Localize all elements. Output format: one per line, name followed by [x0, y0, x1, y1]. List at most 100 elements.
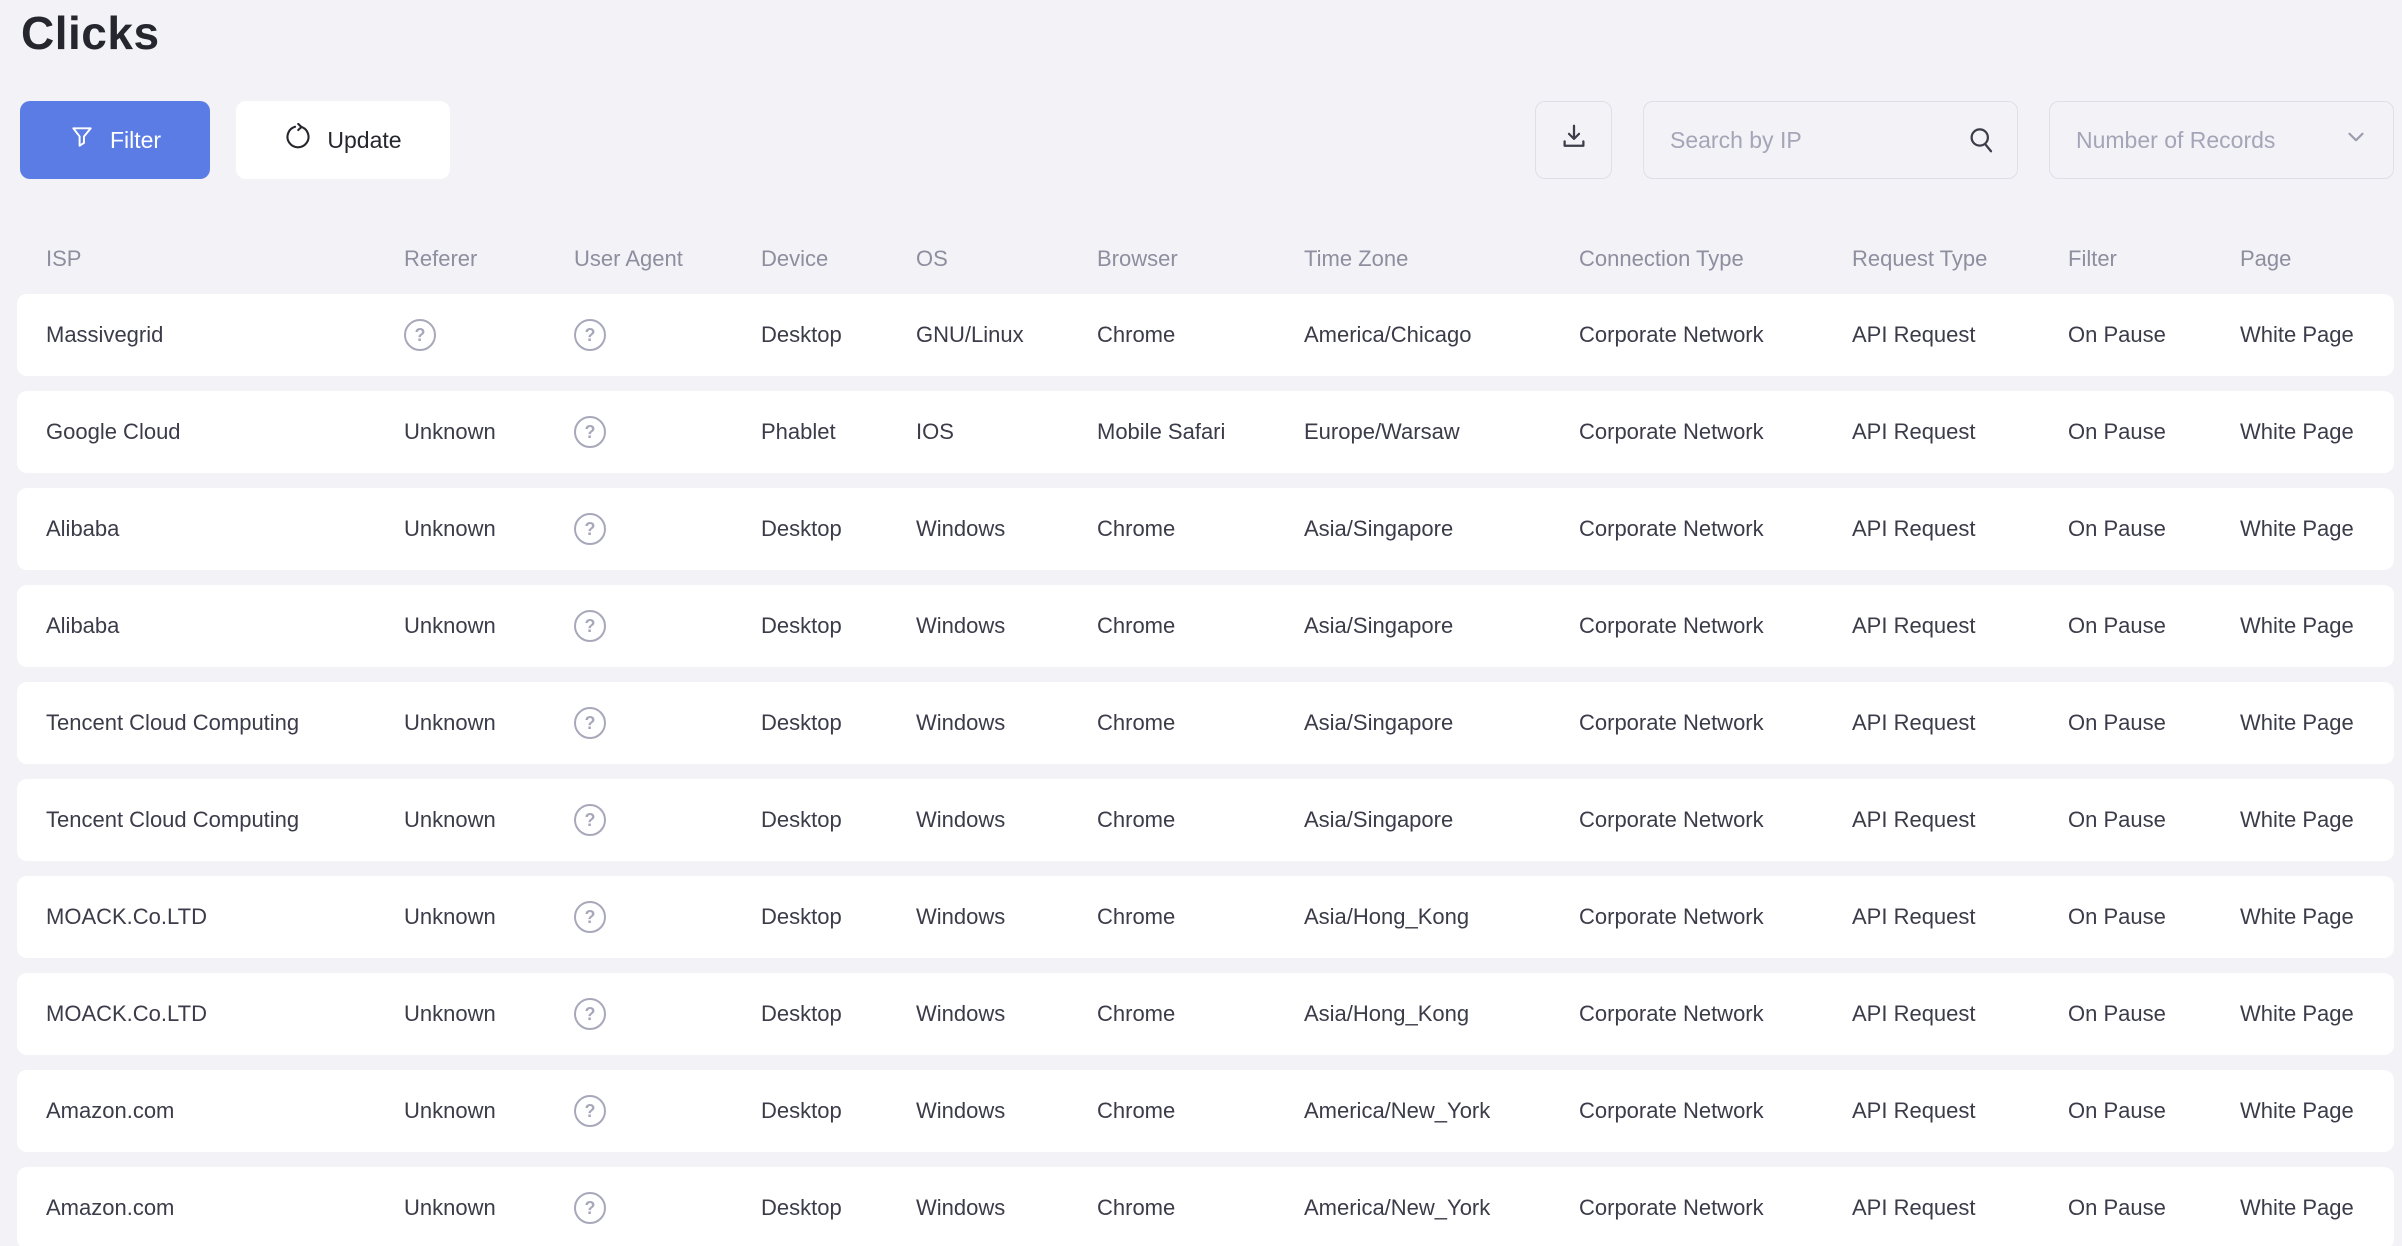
records-dropdown[interactable]: Number of Records: [2049, 101, 2394, 179]
table-row: MOACK.Co.LTDUnknown?DesktopWindowsChrome…: [17, 973, 2394, 1055]
cell-page: White Page: [2240, 1001, 2394, 1027]
cell-request-type: API Request: [1852, 322, 2068, 348]
cell-isp: Tencent Cloud Computing: [46, 807, 404, 833]
cell-device: Desktop: [761, 807, 916, 833]
cell-referer: Unknown: [404, 904, 574, 930]
cell-browser: Chrome: [1097, 322, 1304, 348]
cell-referer: Unknown: [404, 807, 574, 833]
column-header-referer: Referer: [404, 246, 574, 272]
cell-time-zone: Asia/Singapore: [1304, 613, 1579, 639]
cell-isp: Amazon.com: [46, 1098, 404, 1124]
column-header-isp: ISP: [46, 246, 404, 272]
cell-os: Windows: [916, 516, 1097, 542]
cell-request-type: API Request: [1852, 1098, 2068, 1124]
cell-device: Phablet: [761, 419, 916, 445]
download-icon: [1559, 122, 1589, 158]
cell-request-type: API Request: [1852, 419, 2068, 445]
cell-filter: On Pause: [2068, 419, 2240, 445]
question-circle-icon[interactable]: ?: [574, 1192, 606, 1224]
question-circle-icon[interactable]: ?: [404, 319, 436, 351]
cell-referer: Unknown: [404, 613, 574, 639]
refresh-icon: [284, 123, 312, 157]
clicks-page: Clicks Filter Update: [0, 0, 2402, 1246]
cell-browser: Chrome: [1097, 807, 1304, 833]
cell-time-zone: America/New_York: [1304, 1098, 1579, 1124]
chevron-down-icon: [2343, 124, 2369, 156]
cell-user-agent: ?: [574, 1192, 761, 1224]
cell-page: White Page: [2240, 516, 2394, 542]
cell-referer: Unknown: [404, 710, 574, 736]
cell-os: Windows: [916, 613, 1097, 639]
cell-os: Windows: [916, 1098, 1097, 1124]
cell-user-agent: ?: [574, 319, 761, 351]
column-header-os: OS: [916, 246, 1097, 272]
cell-time-zone: Asia/Hong_Kong: [1304, 904, 1579, 930]
cell-browser: Chrome: [1097, 516, 1304, 542]
cell-referer: Unknown: [404, 419, 574, 445]
cell-os: GNU/Linux: [916, 322, 1097, 348]
cell-page: White Page: [2240, 807, 2394, 833]
question-circle-icon[interactable]: ?: [574, 998, 606, 1030]
cell-device: Desktop: [761, 1098, 916, 1124]
cell-time-zone: America/New_York: [1304, 1195, 1579, 1221]
column-header-connection-type: Connection Type: [1579, 246, 1852, 272]
table-row: Massivegrid??DesktopGNU/LinuxChromeAmeri…: [17, 294, 2394, 376]
cell-os: Windows: [916, 807, 1097, 833]
cell-page: White Page: [2240, 1195, 2394, 1221]
question-circle-icon[interactable]: ?: [574, 610, 606, 642]
search-input[interactable]: [1643, 101, 2018, 179]
cell-isp: Alibaba: [46, 516, 404, 542]
question-circle-icon[interactable]: ?: [574, 513, 606, 545]
question-circle-icon[interactable]: ?: [574, 319, 606, 351]
table-row: AlibabaUnknown?DesktopWindowsChromeAsia/…: [17, 585, 2394, 667]
cell-filter: On Pause: [2068, 1098, 2240, 1124]
update-button-label: Update: [327, 127, 401, 154]
cell-os: Windows: [916, 1195, 1097, 1221]
question-circle-icon[interactable]: ?: [574, 707, 606, 739]
cell-request-type: API Request: [1852, 516, 2068, 542]
cell-user-agent: ?: [574, 804, 761, 836]
cell-filter: On Pause: [2068, 1195, 2240, 1221]
cell-time-zone: America/Chicago: [1304, 322, 1579, 348]
page-title: Clicks: [0, 0, 2402, 60]
cell-os: IOS: [916, 419, 1097, 445]
cell-referer: Unknown: [404, 1195, 574, 1221]
cell-user-agent: ?: [574, 1095, 761, 1127]
download-button[interactable]: [1535, 101, 1612, 179]
question-circle-icon[interactable]: ?: [574, 1095, 606, 1127]
cell-isp: MOACK.Co.LTD: [46, 1001, 404, 1027]
cell-device: Desktop: [761, 516, 916, 542]
table-row: Google CloudUnknown? PhabletIOSMobile Saf…: [17, 391, 2394, 473]
cell-user-agent: ?: [574, 610, 761, 642]
cell-connection-type: Corporate Network: [1579, 904, 1852, 930]
column-header-device: Device: [761, 246, 916, 272]
cell-connection-type: Corporate Network: [1579, 322, 1852, 348]
cell-isp: MOACK.Co.LTD: [46, 904, 404, 930]
cell-connection-type: Corporate Network: [1579, 419, 1852, 445]
cell-device: Desktop: [761, 710, 916, 736]
cell-request-type: API Request: [1852, 613, 2068, 639]
update-button[interactable]: Update: [236, 101, 450, 179]
question-circle-icon[interactable]: ?: [574, 804, 606, 836]
cell-request-type: API Request: [1852, 904, 2068, 930]
cell-browser: Mobile Safari: [1097, 419, 1304, 445]
cell-user-agent: ?: [574, 998, 761, 1030]
cell-filter: On Pause: [2068, 710, 2240, 736]
cell-isp: Google Cloud: [46, 419, 404, 445]
magnifier-icon[interactable]: [1966, 125, 1996, 155]
cell-browser: Chrome: [1097, 1098, 1304, 1124]
table-row: Tencent Cloud ComputingUnknown? DesktopWi…: [17, 779, 2394, 861]
cell-connection-type: Corporate Network: [1579, 1001, 1852, 1027]
cell-browser: Chrome: [1097, 1195, 1304, 1221]
cell-page: White Page: [2240, 710, 2394, 736]
table-row: Amazon.comUnknown?DesktopWindowsChromeAm…: [17, 1070, 2394, 1152]
cell-time-zone: Europe/Warsaw: [1304, 419, 1579, 445]
table-body: Massivegrid??DesktopGNU/LinuxChromeAmeri…: [17, 294, 2394, 1246]
column-header-user-agent: User Agent: [574, 246, 761, 272]
cell-connection-type: Corporate Network: [1579, 516, 1852, 542]
cell-referer: ?: [404, 319, 574, 351]
filter-button[interactable]: Filter: [20, 101, 210, 179]
cell-filter: On Pause: [2068, 904, 2240, 930]
question-circle-icon[interactable]: ?: [574, 416, 606, 448]
question-circle-icon[interactable]: ?: [574, 901, 606, 933]
